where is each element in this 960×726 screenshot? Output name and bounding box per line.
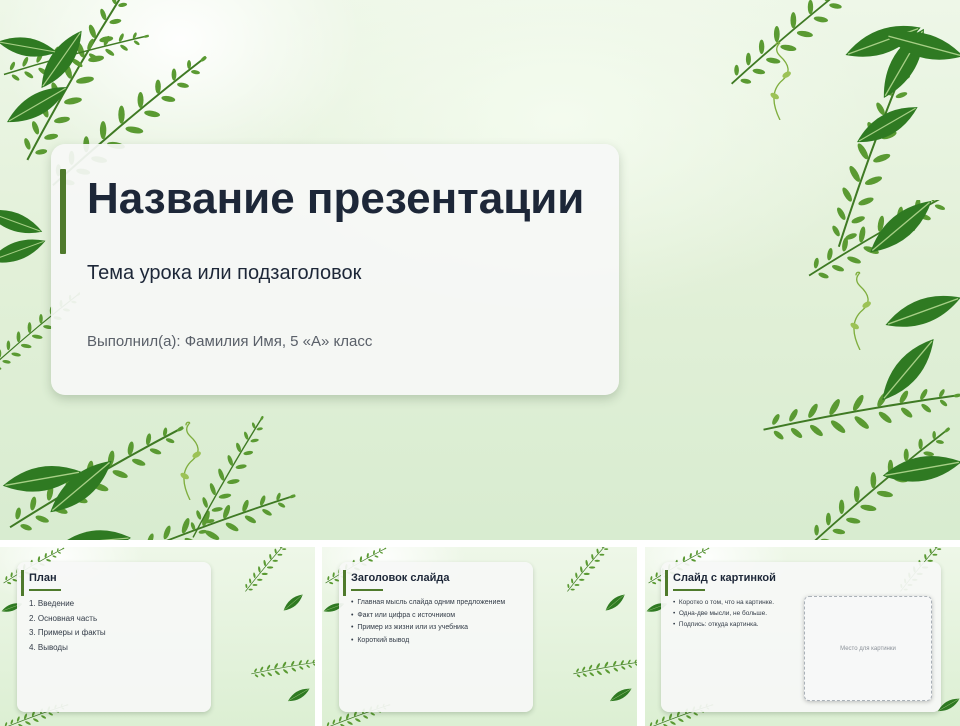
list-item[interactable]: • Главная мысль слайда одним предложение…: [351, 597, 505, 610]
title-underline: [29, 589, 61, 591]
list-item[interactable]: • Короткий вывод: [351, 635, 505, 648]
accent-bar: [343, 570, 346, 596]
title-underline: [351, 589, 383, 591]
list-item[interactable]: 1. Введение: [29, 597, 106, 612]
content-card[interactable]: План 1. Введение 2. Основная часть 3. Пр…: [17, 562, 211, 712]
list-item[interactable]: 4. Выводы: [29, 641, 106, 656]
list-item[interactable]: • Пример из жизни или из учебника: [351, 622, 505, 635]
presentation-subtitle[interactable]: Тема урока или подзаголовок: [87, 262, 361, 285]
accent-bar: [665, 570, 668, 596]
list-item[interactable]: • Коротко о том, что на картинке.: [673, 597, 774, 608]
slide-thumbnail-content[interactable]: Заголовок слайда • Главная мысль слайда …: [322, 547, 637, 726]
slide-thumbnail-plan[interactable]: План 1. Введение 2. Основная часть 3. Пр…: [0, 547, 315, 726]
fern-foliage-bottom-left: [0, 408, 300, 540]
slide-title[interactable]: Слайд с картинкой: [673, 572, 776, 584]
title-underline: [673, 589, 705, 591]
title-card[interactable]: Название презентации Тема урока или подз…: [51, 144, 619, 395]
list-item[interactable]: • Подпись: откуда картинка.: [673, 619, 774, 630]
slide-title[interactable]: Заголовок слайда: [351, 572, 449, 584]
image-placeholder-label: Место для картинки: [840, 645, 896, 652]
image-placeholder[interactable]: Место для картинки: [804, 596, 932, 701]
slide-title[interactable]: План: [29, 572, 57, 584]
content-card[interactable]: Заголовок слайда • Главная мысль слайда …: [339, 562, 533, 712]
presentation-title[interactable]: Название презентации: [87, 174, 584, 224]
list-item[interactable]: • Одна-две мысли, не больше.: [673, 608, 774, 619]
accent-bar: [60, 169, 66, 254]
list-item[interactable]: • Факт или цифра с источником: [351, 610, 505, 623]
list-item[interactable]: 2. Основная часть: [29, 612, 106, 627]
slide-thumbnail-image[interactable]: Слайд с картинкой • Коротко о том, что н…: [645, 547, 960, 726]
accent-bar: [21, 570, 24, 596]
list-item[interactable]: 3. Примеры и факты: [29, 626, 106, 641]
bullet-list: • Коротко о том, что на картинке. • Одна…: [673, 597, 774, 630]
bullet-list: • Главная мысль слайда одним предложение…: [351, 597, 505, 647]
fern-foliage-right: [760, 200, 960, 540]
fern-foliage-top-right: [720, 0, 960, 254]
content-card[interactable]: Слайд с картинкой • Коротко о том, что н…: [661, 562, 941, 712]
numbered-list: 1. Введение 2. Основная часть 3. Примеры…: [29, 597, 106, 655]
author-line[interactable]: Выполнил(а): Фамилия Имя, 5 «А» класс: [87, 333, 372, 350]
main-slide[interactable]: Название презентации Тема урока или подз…: [0, 0, 960, 540]
